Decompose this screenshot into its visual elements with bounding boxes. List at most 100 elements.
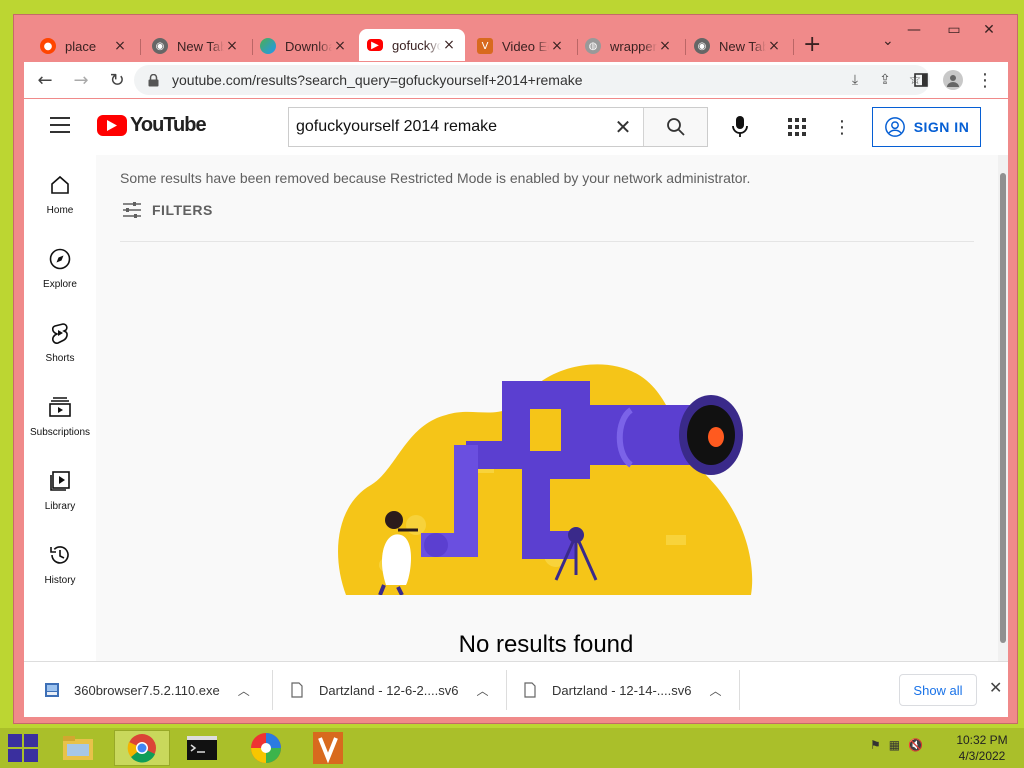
guide-sidebar: Home Explore Shorts Subscriptions Librar… <box>24 155 96 661</box>
downloads-bar: 360browser7.5.2.110.exe ︿ Dartzland - 12… <box>24 661 1008 717</box>
guide-item-home[interactable]: Home <box>24 155 96 225</box>
show-all-downloads-button[interactable]: Show all <box>899 674 977 706</box>
chrome-icon: ◉ <box>694 38 710 54</box>
close-icon[interactable]: × <box>549 38 565 54</box>
sign-in-button[interactable]: SIGN IN <box>872 107 981 147</box>
download-item[interactable]: 360browser7.5.2.110.exe ︿ <box>44 662 250 718</box>
search-input[interactable] <box>289 108 603 146</box>
filter-sliders-icon <box>123 202 141 218</box>
search-icon <box>666 118 685 136</box>
download-separator <box>739 670 740 710</box>
file-explorer-icon[interactable] <box>50 730 106 766</box>
library-icon <box>48 469 72 493</box>
download-separator <box>272 670 273 710</box>
close-icon[interactable]: × <box>224 38 240 54</box>
guide-item-subscriptions[interactable]: Subscriptions <box>24 377 96 447</box>
volume-muted-icon[interactable]: 🔇 <box>908 738 923 752</box>
command-prompt-icon[interactable] <box>174 730 230 766</box>
close-downloads-bar-icon[interactable]: ✕ <box>989 678 1002 697</box>
tab-strip: ● place × ◉ New Tab × Downloads × ▶ gofu… <box>14 15 1017 61</box>
maximize-button[interactable]: ▭ <box>939 18 969 42</box>
tab-downloads[interactable]: Downloads × <box>252 31 356 61</box>
youtube-logo[interactable]: YouTube <box>97 114 207 137</box>
browser-menu-icon[interactable]: ⋮ <box>970 65 1000 95</box>
back-arrow-icon[interactable]: ← <box>30 65 60 95</box>
share-icon[interactable]: ⇪ <box>870 72 900 88</box>
close-icon[interactable]: × <box>441 37 457 53</box>
close-icon[interactable]: × <box>766 38 782 54</box>
profile-avatar[interactable] <box>938 65 968 95</box>
tab-label: gofuckyourself 2014 remake - YouTube <box>392 37 441 53</box>
chevron-up-icon[interactable]: ︿ <box>476 682 488 699</box>
tab-label: New Tab <box>177 38 224 54</box>
guide-item-shorts[interactable]: Shorts <box>24 303 96 373</box>
guide-item-history[interactable]: History <box>24 525 96 595</box>
minimize-button[interactable]: — <box>899 18 929 42</box>
guide-item-explore[interactable]: Explore <box>24 229 96 299</box>
tab-place[interactable]: ● place × <box>32 31 136 61</box>
clock-time: 10:32 PM <box>956 733 1008 747</box>
results-content: Some results have been removed because R… <box>96 155 1008 661</box>
close-icon[interactable]: × <box>657 38 673 54</box>
restricted-mode-notice: Some results have been removed because R… <box>120 170 751 186</box>
url-text: youtube.com/results?search_query=gofucky… <box>172 72 583 88</box>
filters-divider <box>120 241 974 242</box>
new-tab-button[interactable]: + <box>803 34 821 56</box>
guide-label: Library <box>44 501 76 512</box>
tab-new-tab[interactable]: ◉ New Tab × <box>144 31 248 61</box>
page-scrollbar[interactable] <box>998 155 1008 661</box>
reload-icon[interactable]: ↻ <box>102 65 132 95</box>
tab-wrapper[interactable]: ◍ wrapper × <box>577 31 681 61</box>
reddit-icon: ● <box>40 38 56 54</box>
guide-label: Shorts <box>45 353 75 364</box>
network-icon[interactable]: ▦ <box>889 738 900 752</box>
download-item[interactable]: Dartzland - 12-14-....sv6 ︿ <box>522 662 721 718</box>
youtube-icon: ▶ <box>367 39 383 51</box>
filters-button[interactable]: FILTERS <box>120 198 213 222</box>
video-editor-icon: V <box>477 38 493 54</box>
address-bar[interactable]: youtube.com/results?search_query=gofucky… <box>134 65 930 95</box>
tab-search-chevron-icon[interactable]: ⌄ <box>882 33 894 49</box>
download-item[interactable]: Dartzland - 12-6-2....sv6 ︿ <box>289 662 488 718</box>
install-app-icon[interactable]: ⤓ <box>840 72 870 88</box>
account-icon <box>884 117 905 137</box>
guide-label: Home <box>46 205 74 216</box>
system-clock[interactable]: 10:32 PM 4/3/2022 <box>950 732 1014 764</box>
tab-youtube-active[interactable]: ▶ gofuckyourself 2014 remake - YouTube × <box>359 29 465 61</box>
close-icon[interactable]: × <box>112 38 128 54</box>
guide-label: History <box>44 575 76 586</box>
avatar-icon <box>943 70 963 90</box>
guide-item-library[interactable]: Library <box>24 451 96 521</box>
voice-search-button[interactable] <box>724 111 756 143</box>
search-button[interactable] <box>643 108 707 146</box>
chevron-up-icon[interactable]: ︿ <box>709 682 721 699</box>
microphone-icon <box>732 116 748 137</box>
video-editor-taskbar-icon[interactable] <box>300 730 356 766</box>
close-icon[interactable]: × <box>332 38 348 54</box>
hamburger-menu-icon[interactable] <box>50 117 70 133</box>
windows-start-icon[interactable] <box>8 734 38 762</box>
chrome-taskbar-icon[interactable] <box>114 730 170 766</box>
forward-arrow-icon[interactable]: → <box>66 65 96 95</box>
tab-new-tab-2[interactable]: ◉ New Tab × <box>686 31 790 61</box>
system-tray: ⚑ ▦ 🔇 <box>870 738 923 752</box>
side-panel-icon[interactable] <box>906 65 936 95</box>
subscriptions-icon <box>48 395 72 419</box>
settings-more-icon[interactable]: ⋮ <box>830 111 854 143</box>
scrollbar-thumb[interactable] <box>1000 173 1006 643</box>
home-icon <box>48 173 72 197</box>
clear-search-icon[interactable]: ✕ <box>603 108 643 146</box>
compass-icon <box>48 247 72 271</box>
toolbar-actions: ⋮ <box>904 65 1000 95</box>
tab-separator <box>140 39 141 55</box>
photo-app-icon[interactable] <box>238 730 294 766</box>
action-center-flag-icon[interactable]: ⚑ <box>870 738 881 752</box>
youtube-wordmark: YouTube <box>130 114 207 136</box>
tab-label: Video Editor <box>502 38 549 54</box>
youtube-apps-button[interactable] <box>781 111 813 143</box>
no-results-telescope-illustration <box>338 364 753 595</box>
browser-window: ● place × ◉ New Tab × Downloads × ▶ gofu… <box>13 14 1018 724</box>
close-window-button[interactable]: ✕ <box>974 18 1004 42</box>
tab-video-editor[interactable]: V Video Editor × <box>469 31 573 61</box>
chevron-up-icon[interactable]: ︿ <box>238 682 250 699</box>
